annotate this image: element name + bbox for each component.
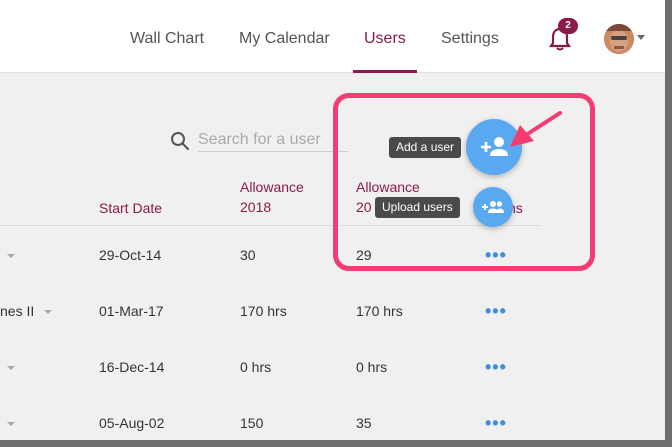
cell-start-date: 01-Mar-17 — [99, 303, 164, 319]
search-input[interactable] — [198, 128, 348, 152]
cell-start-date: 05-Aug-02 — [99, 415, 165, 431]
active-tab-indicator — [353, 70, 417, 73]
name-dropdown-chevron-icon[interactable] — [7, 422, 15, 426]
tab-wall-chart[interactable]: Wall Chart — [130, 30, 204, 48]
user-photo-icon — [604, 24, 634, 54]
cell-allowance-next: 35 — [356, 415, 372, 431]
cell-allowance-2018: 170 hrs — [240, 303, 287, 319]
top-navigation-bar: Wall Chart My Calendar Users Settings 2 — [0, 0, 665, 73]
cell-start-date: 29-Oct-14 — [99, 247, 162, 263]
name-dropdown-chevron-icon[interactable] — [44, 310, 52, 314]
tab-my-calendar[interactable]: My Calendar — [239, 30, 330, 48]
tab-settings[interactable]: Settings — [441, 30, 499, 48]
notification-badge: 2 — [558, 18, 578, 34]
search-icon — [171, 132, 190, 151]
cell-allowance-2018: 150 — [240, 415, 264, 431]
header-label-line: Allowance — [240, 179, 304, 195]
row-actions-menu-icon[interactable]: ••• — [485, 358, 507, 376]
header-label-line: 2018 — [240, 199, 272, 215]
app-window: Wall Chart My Calendar Users Settings 2 … — [0, 0, 665, 440]
cell-allowance-next: 170 hrs — [356, 303, 403, 319]
row-actions-menu-icon[interactable]: ••• — [485, 302, 507, 320]
column-header-allowance-2018[interactable]: Allowance 2018 — [240, 177, 304, 217]
cell-start-date: 16-Dec-14 — [99, 359, 165, 375]
tab-users[interactable]: Users — [364, 30, 406, 48]
callout-arrow-icon — [510, 111, 562, 147]
column-header-start-date[interactable]: Start Date — [99, 198, 162, 218]
name-dropdown-chevron-icon[interactable] — [7, 366, 15, 370]
account-menu-chevron-icon[interactable] — [637, 35, 645, 40]
cell-user-name[interactable]: nes II — [0, 303, 34, 319]
row-actions-menu-icon[interactable]: ••• — [485, 414, 507, 432]
cell-allowance-2018: 30 — [240, 247, 256, 263]
name-dropdown-chevron-icon[interactable] — [7, 254, 15, 258]
avatar[interactable] — [604, 24, 634, 54]
cell-allowance-2018: 0 hrs — [240, 359, 272, 375]
cell-allowance-next: 0 hrs — [356, 359, 388, 375]
